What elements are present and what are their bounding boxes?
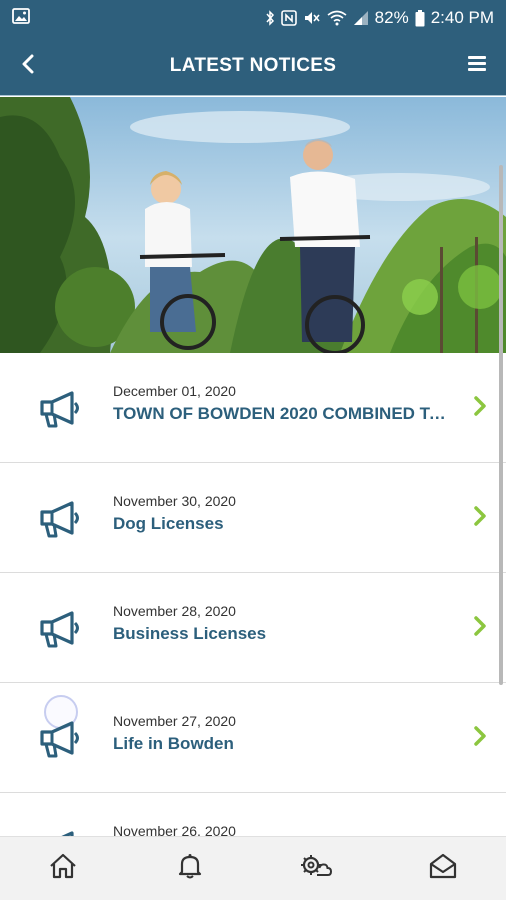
nfc-icon bbox=[280, 10, 297, 26]
status-time: 2:40 PM bbox=[430, 8, 494, 27]
status-bar: 82% 2:40 PM bbox=[0, 0, 506, 36]
bottom-nav bbox=[0, 836, 506, 900]
notice-date: December 01, 2020 bbox=[113, 383, 236, 399]
notice-row[interactable]: November 27, 2020 Life in Bowden bbox=[0, 683, 506, 793]
notice-row[interactable]: November 30, 2020 Dog Licenses bbox=[0, 463, 506, 573]
wifi-icon bbox=[327, 10, 347, 26]
notices-list: December 01, 2020 TOWN OF BOWDEN 2020 CO… bbox=[0, 353, 506, 836]
image-icon bbox=[12, 7, 30, 29]
megaphone-icon bbox=[38, 390, 84, 430]
bell-icon bbox=[178, 853, 202, 884]
mail-open-icon bbox=[429, 853, 457, 884]
menu-button[interactable] bbox=[462, 52, 492, 80]
notice-date: November 26, 2020 bbox=[113, 823, 236, 836]
back-button[interactable] bbox=[14, 52, 42, 80]
notice-date: November 30, 2020 bbox=[113, 493, 236, 509]
app-header: LATEST NOTICES bbox=[0, 36, 506, 96]
hero-image bbox=[0, 97, 506, 353]
page-title: LATEST NOTICES bbox=[169, 54, 337, 76]
megaphone-icon bbox=[38, 610, 84, 650]
settings-cloud-icon bbox=[300, 853, 333, 884]
megaphone-icon bbox=[38, 720, 84, 760]
scrollbar[interactable] bbox=[499, 165, 503, 685]
chevron-right-icon bbox=[472, 395, 488, 417]
notice-date: November 28, 2020 bbox=[113, 603, 236, 619]
notice-row[interactable]: November 28, 2020 Business Licenses bbox=[0, 573, 506, 683]
notice-title: Business Licenses bbox=[113, 624, 267, 643]
nav-home-button[interactable] bbox=[33, 844, 93, 894]
signal-icon bbox=[353, 10, 369, 26]
nav-settings-button[interactable] bbox=[286, 844, 346, 894]
chevron-right-icon bbox=[472, 725, 488, 747]
home-icon bbox=[49, 853, 77, 884]
notice-title: TOWN OF BOWDEN 2020 COMBINED TAX NOTICES bbox=[113, 404, 458, 423]
hamburger-menu-icon bbox=[468, 56, 486, 76]
notice-title: Dog Licenses bbox=[113, 514, 224, 533]
chevron-right-icon bbox=[472, 615, 488, 637]
notice-date: November 27, 2020 bbox=[113, 713, 236, 729]
notice-title: Life in Bowden bbox=[113, 734, 234, 753]
chevron-right-icon bbox=[472, 505, 488, 527]
bluetooth-icon bbox=[265, 10, 275, 26]
megaphone-icon bbox=[38, 500, 84, 540]
notice-row[interactable]: November 26, 2020 bbox=[0, 793, 506, 836]
chevron-left-icon bbox=[21, 54, 35, 79]
nav-messages-button[interactable] bbox=[413, 844, 473, 894]
mute-icon bbox=[303, 10, 321, 26]
nav-notifications-button[interactable] bbox=[160, 844, 220, 894]
notice-row[interactable]: December 01, 2020 TOWN OF BOWDEN 2020 CO… bbox=[0, 353, 506, 463]
battery-icon bbox=[415, 9, 425, 27]
battery-percent: 82% bbox=[374, 8, 409, 27]
